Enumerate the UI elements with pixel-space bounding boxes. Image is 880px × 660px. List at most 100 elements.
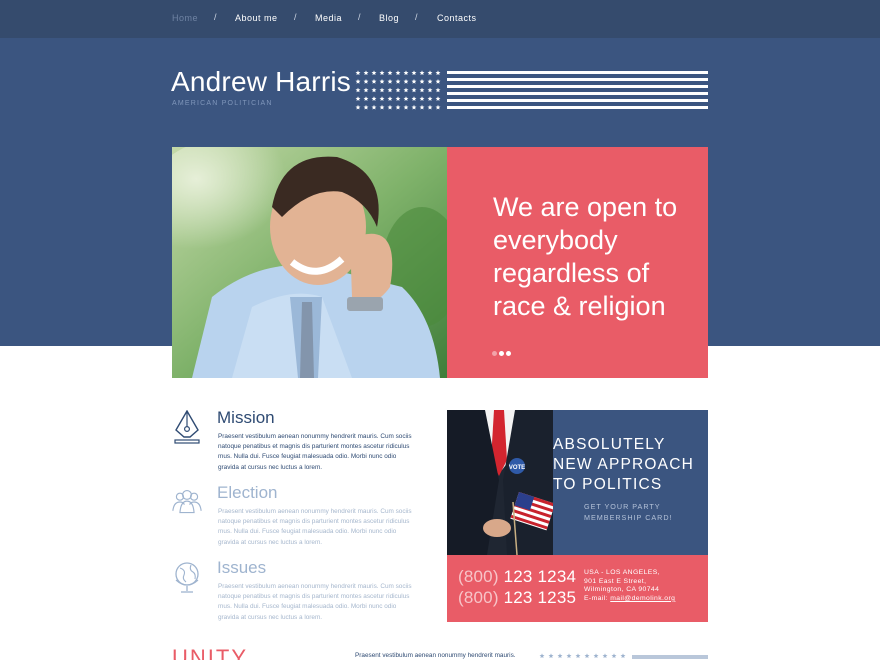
phone-prefix: (800) bbox=[458, 588, 499, 607]
star-shape bbox=[355, 96, 361, 101]
star-shape bbox=[379, 96, 385, 101]
star-shape bbox=[387, 96, 393, 101]
slide-caption-panel: We are open to everybody regardless of r… bbox=[447, 147, 708, 378]
phone-prefix: (800) bbox=[458, 567, 499, 586]
promo-heading: ABSOLUTELY NEW APPROACH TO POLITICS bbox=[553, 436, 695, 493]
star-shape bbox=[427, 79, 433, 84]
globe-icon bbox=[175, 562, 199, 593]
feature-title[interactable]: Issues bbox=[217, 558, 266, 578]
star-shape bbox=[593, 653, 599, 659]
nav-separator: / bbox=[214, 12, 217, 22]
flag-stars-stripes-icon bbox=[355, 70, 708, 110]
star-shape bbox=[411, 87, 417, 93]
star-shape bbox=[427, 70, 433, 76]
star-shape bbox=[371, 79, 377, 84]
star-shape bbox=[427, 87, 433, 93]
star-shape bbox=[427, 96, 433, 101]
slider-dot[interactable] bbox=[506, 351, 511, 356]
group-people-icon bbox=[172, 489, 202, 514]
star-shape bbox=[419, 87, 425, 93]
star-shape bbox=[371, 104, 377, 110]
feature-description: Praesent vestibulum aenean nonummy hendr… bbox=[218, 583, 412, 621]
star-shape bbox=[379, 104, 385, 110]
star-shape bbox=[363, 96, 369, 101]
star-shape bbox=[575, 653, 581, 659]
promo-photo-man-with-flag: VOTE bbox=[447, 410, 553, 555]
nav-separator: / bbox=[358, 12, 361, 22]
phone-number[interactable]: (800) 123 1235 bbox=[458, 588, 576, 608]
feature-title[interactable]: Election bbox=[217, 483, 277, 503]
star-shape bbox=[395, 70, 401, 76]
site-title[interactable]: Andrew Harris bbox=[171, 66, 351, 98]
nav-item-home[interactable]: Home bbox=[172, 13, 198, 23]
star-shape bbox=[435, 87, 441, 93]
email-line: E-mail: mail@demolink.org bbox=[584, 595, 675, 604]
star-shape bbox=[379, 70, 385, 76]
star-shape bbox=[419, 96, 425, 101]
star-shape bbox=[387, 70, 393, 76]
star-shape bbox=[566, 653, 572, 659]
star-shape bbox=[620, 653, 626, 659]
star-shape bbox=[435, 70, 441, 76]
star-shape bbox=[355, 70, 361, 76]
phone-digits: 123 1234 bbox=[503, 567, 577, 586]
slider-dot[interactable] bbox=[492, 351, 497, 356]
address-line: USA - LOS ANGELES, bbox=[584, 569, 660, 576]
slider-dot[interactable] bbox=[499, 351, 504, 356]
fountain-pen-icon bbox=[174, 410, 200, 444]
star-shape bbox=[548, 653, 554, 659]
promo-banner[interactable]: VOTE ABSOLUTELY NEW APPROACH TO POLITICS… bbox=[447, 410, 708, 555]
star-shape bbox=[419, 70, 425, 76]
stars-stripe-decoration-icon bbox=[539, 653, 708, 659]
star-shape bbox=[363, 87, 369, 93]
star-shape bbox=[411, 70, 417, 76]
address-line: 901 East E Street, bbox=[584, 577, 647, 585]
star-shape bbox=[584, 653, 590, 659]
star-shape bbox=[355, 87, 361, 93]
star-shape bbox=[363, 70, 369, 76]
slide-photo-smiling-man bbox=[172, 147, 447, 378]
star-shape bbox=[387, 79, 393, 84]
vote-badge: VOTE bbox=[509, 465, 525, 471]
promo-subheading[interactable]: GET YOUR PARTY MEMBERSHIP CARD! bbox=[584, 502, 694, 523]
star-shape bbox=[403, 79, 409, 84]
star-shape bbox=[435, 104, 441, 110]
star-shape bbox=[395, 87, 401, 93]
star-shape bbox=[602, 653, 608, 659]
star-shape bbox=[419, 79, 425, 84]
feature-title[interactable]: Mission bbox=[217, 408, 275, 428]
star-shape bbox=[395, 104, 401, 110]
slide-heading: We are open to everybody regardless of r… bbox=[493, 192, 678, 321]
star-shape bbox=[419, 104, 425, 110]
nav-item-blog[interactable]: Blog bbox=[379, 13, 399, 23]
nav-item-about-me[interactable]: About me bbox=[235, 13, 278, 23]
star-shape bbox=[355, 104, 361, 110]
email-label: E-mail: bbox=[584, 594, 608, 602]
star-shape bbox=[403, 96, 409, 101]
star-shape bbox=[557, 653, 563, 659]
star-shape bbox=[355, 79, 361, 84]
email-link[interactable]: mail@demolink.org bbox=[610, 595, 675, 602]
nav-item-media[interactable]: Media bbox=[315, 13, 342, 23]
star-shape bbox=[411, 79, 417, 84]
site-subtitle: AMERICAN POLITICIAN bbox=[172, 100, 273, 107]
star-shape bbox=[611, 653, 617, 659]
feature-description: Praesent vestibulum aenean nonummy hendr… bbox=[218, 508, 412, 546]
star-shape bbox=[403, 70, 409, 76]
star-shape bbox=[371, 70, 377, 76]
star-shape bbox=[403, 87, 409, 93]
star-shape bbox=[411, 96, 417, 101]
nav-separator: / bbox=[415, 12, 418, 22]
contact-address: USA - LOS ANGELES, 901 East E Street, Wi… bbox=[584, 569, 675, 603]
phone-number[interactable]: (800) 123 1234 bbox=[458, 567, 576, 587]
nav-separator: / bbox=[294, 12, 297, 22]
star-shape bbox=[387, 104, 393, 110]
star-shape bbox=[539, 653, 545, 659]
star-shape bbox=[395, 79, 401, 84]
star-shape bbox=[371, 87, 377, 93]
nav-item-contacts[interactable]: Contacts bbox=[437, 13, 477, 23]
star-shape bbox=[363, 104, 369, 110]
star-shape bbox=[427, 104, 433, 110]
slider-pagination bbox=[492, 343, 513, 361]
section-heading-unity: UNITY bbox=[172, 645, 248, 660]
